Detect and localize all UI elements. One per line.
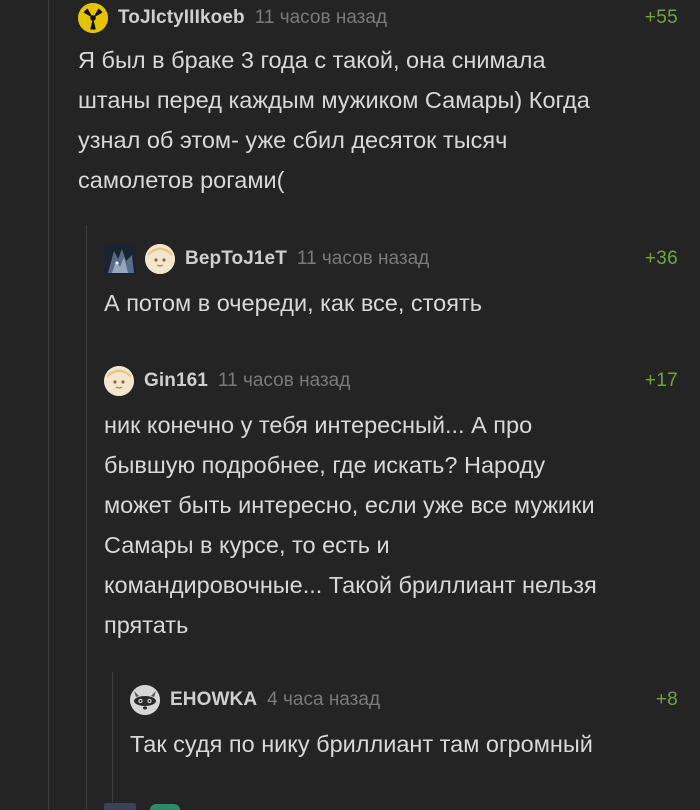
rating: +17 [644,370,678,391]
timestamp[interactable]: 11 часов назад [218,370,350,392]
comment: BepToJ1eT 11 часов назад +36 А потом в о… [104,241,678,323]
comment-text: Я был в браке 3 года с такой, она снимал… [78,47,590,193]
wolf-avatar-icon[interactable] [104,243,136,275]
rating: +8 [655,689,678,710]
timestamp[interactable]: 11 часов назад [255,7,387,29]
username[interactable]: EHOWKA [170,689,257,711]
anime-face-icon[interactable] [104,366,134,396]
raccoon-icon[interactable] [130,685,160,715]
next-comment-avatar-peek [104,803,136,810]
username[interactable]: ToJIctyIIIkoeb [118,7,245,29]
comment-header: ToJIctyIIIkoeb 11 часов назад +55 [78,0,678,36]
thread-line-level-2 [86,225,87,810]
thread-line-level-1 [48,0,49,810]
comment-header: EHOWKA 4 часа назад +8 [130,682,678,718]
rating: +55 [644,7,678,28]
comment: Gin161 11 часов назад +17 ник конечно у … [104,363,678,645]
radiation-icon[interactable] [78,3,108,33]
timestamp[interactable]: 11 часов назад [297,248,429,270]
comment-text: А потом в очереди, как все, стоять [104,290,482,316]
timestamp[interactable]: 4 часа назад [267,689,380,711]
comment: ToJIctyIIIkoeb 11 часов назад +55 Я был … [78,0,678,200]
comment-text: ник конечно у тебя интересный... А про б… [104,412,597,638]
comment: EHOWKA 4 часа назад +8 Так судя по нику … [130,682,678,764]
anime-face-icon[interactable] [145,244,175,274]
rating: +36 [644,248,678,269]
next-comment-avatar-peek [150,804,180,810]
comment-header: Gin161 11 часов назад +17 [104,363,678,399]
username[interactable]: Gin161 [144,370,208,392]
thread-line-level-3 [112,672,113,810]
username[interactable]: BepToJ1eT [185,248,287,270]
comment-text: Так судя по нику бриллиант там огромный [130,731,593,757]
comment-header: BepToJ1eT 11 часов назад +36 [104,241,678,277]
